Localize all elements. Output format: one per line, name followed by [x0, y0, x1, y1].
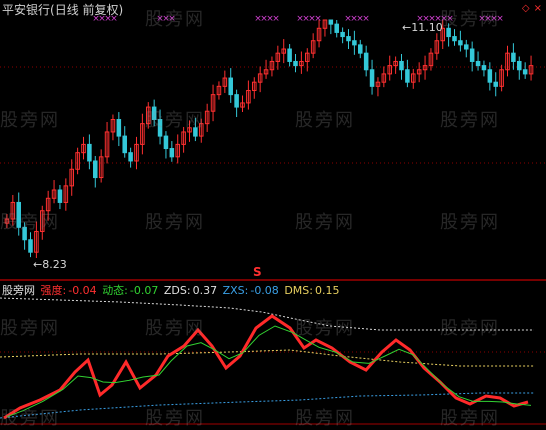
upper-band-line [0, 297, 534, 331]
candle-body [116, 119, 122, 137]
candle-body [193, 127, 198, 137]
strength-value: -0.04 [68, 284, 97, 297]
signal-marker: × [314, 14, 322, 24]
candle-body [452, 36, 457, 42]
indicator-legend: 股旁网 强度: -0.04 动态: -0.07 ZDS: 0.37 ZXS: -0.08… [2, 282, 341, 298]
signal-marker: × [362, 14, 370, 24]
candle-body [487, 69, 493, 83]
candle-body [22, 226, 27, 241]
candle-body [151, 106, 157, 121]
candle-body [464, 44, 469, 50]
zds-label: ZDS: [163, 284, 191, 297]
candle-body [369, 69, 375, 87]
candle-body [16, 201, 21, 228]
candle-body [405, 69, 410, 83]
close-icon[interactable]: × [534, 3, 542, 14]
zxs-label: ZXS: [222, 284, 249, 297]
signal-marker: × [446, 14, 454, 24]
candle-body [446, 27, 451, 38]
candle-body [358, 44, 363, 54]
candle-body [340, 31, 345, 38]
candle-body [293, 60, 298, 67]
period-label: (日线 前复权) [50, 3, 124, 17]
dms-label: DMS: [284, 284, 313, 297]
signal-marker: × [496, 14, 504, 24]
price-chart[interactable]: ×××× ××× ×××× ×××× ×××× ×××××× ×××× [0, 0, 546, 426]
high-price-label: ←11.10 [402, 21, 443, 34]
candle-body [93, 160, 98, 179]
signal-marker: × [272, 14, 280, 24]
sell-signal-mark: S [253, 265, 262, 279]
candle-body [163, 135, 169, 150]
candle-body [522, 69, 528, 75]
candle-body [287, 48, 292, 62]
candle-body [157, 119, 163, 137]
candle-body [517, 60, 522, 71]
candle-body [399, 60, 404, 71]
dynamic-value: -0.07 [129, 284, 159, 297]
candle-body [28, 239, 33, 253]
dynamic-label: 动态: [102, 284, 128, 297]
candle-body [469, 48, 475, 62]
diamond-icon[interactable]: ◇ [522, 3, 530, 14]
candle-body [169, 148, 175, 158]
dms-value: 0.15 [314, 284, 340, 297]
dynamic-line [6, 325, 532, 418]
candle-body [458, 40, 463, 46]
candle-body [363, 52, 369, 71]
candle-body [511, 52, 516, 62]
candle-body [352, 40, 357, 46]
indicator-name: 股旁网 [2, 284, 35, 297]
candle-body [493, 81, 498, 87]
candle-body [234, 94, 239, 108]
low-price-label: ←8.23 [33, 258, 67, 271]
zxs-value: -0.08 [250, 284, 279, 297]
signal-marker: × [168, 14, 176, 24]
candle-body [57, 189, 63, 203]
candle-body [475, 60, 481, 67]
candle-body [346, 36, 351, 42]
stock-name: 平安银行 [2, 3, 51, 17]
zds-value: 0.37 [192, 284, 218, 297]
corner-buttons: ◇ × [518, 3, 542, 14]
candle-body [328, 19, 334, 25]
chart-title: 平安银行(日线 前复权) [2, 1, 123, 18]
candle-body [481, 65, 487, 71]
candle-body [228, 77, 233, 96]
strength-label: 强度: [40, 284, 67, 297]
candle-body [87, 143, 92, 162]
candle-body [128, 152, 133, 162]
stock-chart-window: × × × × × × × × × × × × × × × × × × × × × × × × × × × × × 平安银行(日线 前复… [0, 0, 546, 429]
candle-body [334, 23, 339, 33]
candle-body [122, 135, 127, 154]
